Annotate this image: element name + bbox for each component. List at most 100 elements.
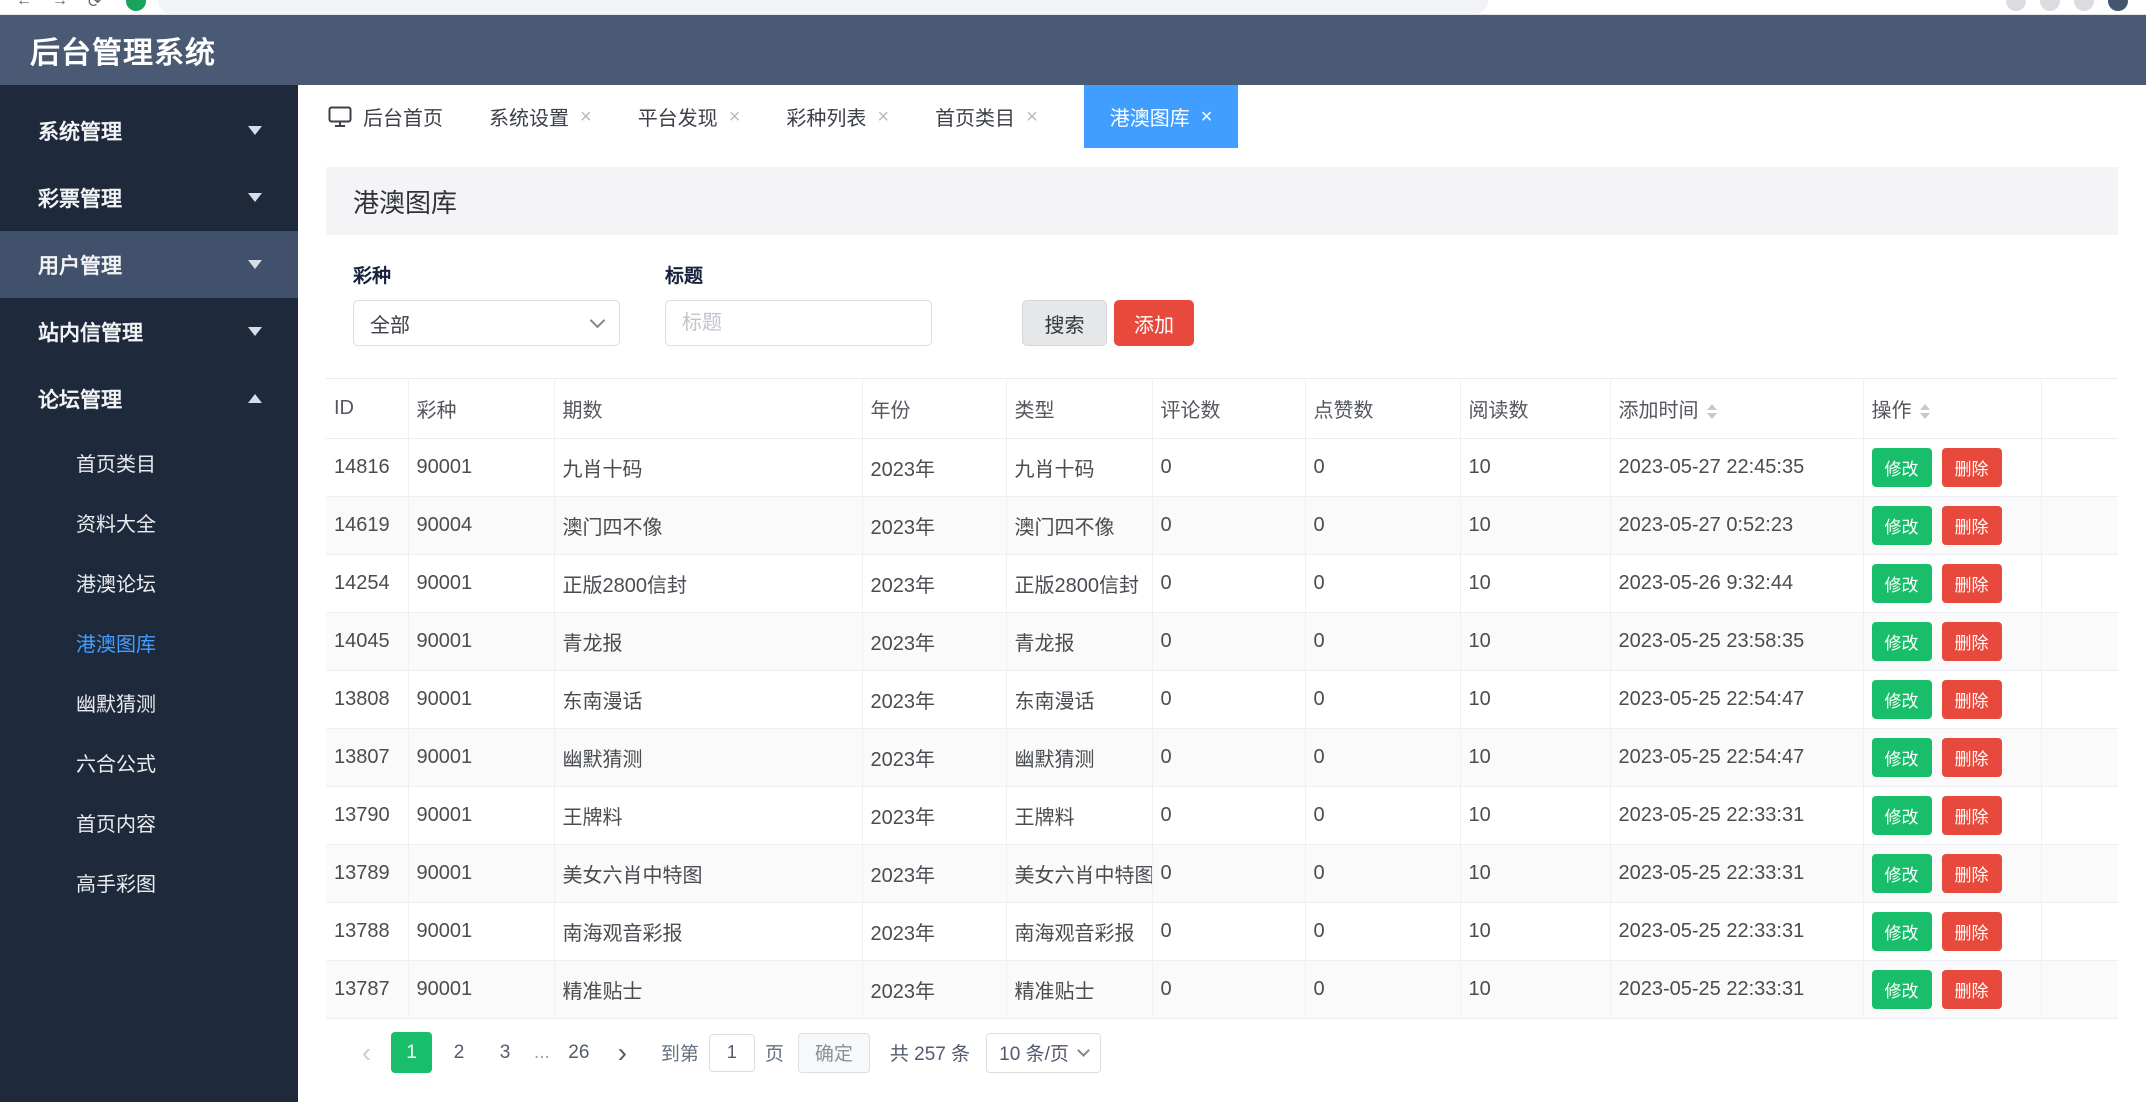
edit-button[interactable]: 修改 (1871, 564, 1932, 603)
page-size-select[interactable]: 10 条/页 (986, 1032, 1101, 1073)
tab-ga-gallery[interactable]: 港澳图库 × (1083, 85, 1239, 148)
cell-year: 2023年 (862, 554, 1007, 613)
browser-extension-icon[interactable] (126, 0, 146, 11)
sidebar-subitem-label: 港澳论坛 (76, 573, 156, 596)
cell-filler (2041, 438, 2118, 497)
cell-year: 2023年 (862, 902, 1007, 961)
cell-time: 2023-05-26 9:32:44 (1610, 554, 1864, 613)
sidebar-item-user-manage[interactable]: 用户管理 (0, 231, 298, 298)
edit-button[interactable]: 修改 (1871, 912, 1932, 951)
add-button[interactable]: 添加 (1114, 300, 1194, 346)
browser-bookmark-icon[interactable] (2040, 0, 2060, 11)
cell-id: 14045 (326, 612, 409, 671)
col-actions[interactable]: 操作 (1863, 378, 2042, 439)
page-button-3[interactable]: 3 (486, 1032, 524, 1073)
delete-button[interactable]: 删除 (1941, 970, 2002, 1009)
sidebar-subitem-home-category[interactable]: 首页类目 (0, 432, 298, 492)
cell-issue: 青龙报 (554, 612, 863, 671)
cell-likes: 0 (1305, 670, 1461, 729)
delete-button[interactable]: 删除 (1941, 448, 2002, 487)
cell-lottery: 90001 (408, 612, 555, 671)
cell-comments: 0 (1152, 902, 1306, 961)
edit-button[interactable]: 修改 (1871, 854, 1932, 893)
delete-button[interactable]: 删除 (1941, 796, 2002, 835)
sidebar-subitem-label: 首页类目 (76, 453, 156, 476)
tab-lottery-list[interactable]: 彩种列表 × (786, 85, 889, 148)
tab-home-category[interactable]: 首页类目 × (935, 85, 1038, 148)
cell-filler (2041, 902, 2118, 961)
sidebar-item-forum-manage[interactable]: 论坛管理 (0, 365, 298, 432)
browser-profile-avatar[interactable] (2108, 0, 2128, 11)
sidebar-subitem-liuhe-formula[interactable]: 六合公式 (0, 732, 298, 792)
delete-button[interactable]: 删除 (1941, 854, 2002, 893)
edit-button[interactable]: 修改 (1871, 970, 1932, 1009)
delete-button[interactable]: 删除 (1941, 738, 2002, 777)
cell-time: 2023-05-25 23:58:35 (1610, 612, 1864, 671)
col-time[interactable]: 添加时间 (1610, 378, 1864, 439)
browser-forward-icon[interactable]: → (52, 0, 68, 10)
edit-button[interactable]: 修改 (1871, 506, 1932, 545)
cell-year: 2023年 (862, 438, 1007, 497)
sidebar-subitem-ga-gallery[interactable]: 港澳图库 (0, 612, 298, 672)
sidebar-item-label: 用户管理 (38, 254, 122, 278)
table-header-row: ID 彩种 期数 年份 类型 评论数 点赞数 阅读数 添加时间 操作 (326, 378, 2118, 439)
close-icon[interactable]: × (1026, 107, 1038, 127)
close-icon[interactable]: × (877, 107, 889, 127)
close-icon[interactable]: × (1201, 107, 1213, 127)
delete-button[interactable]: 删除 (1941, 912, 2002, 951)
edit-button[interactable]: 修改 (1871, 680, 1932, 719)
close-icon[interactable]: × (729, 107, 741, 127)
delete-button[interactable]: 删除 (1941, 680, 2002, 719)
browser-address-bar[interactable] (158, 0, 1488, 14)
search-button[interactable]: 搜索 (1022, 300, 1107, 346)
caret-up-icon (1919, 404, 1930, 411)
edit-button[interactable]: 修改 (1871, 796, 1932, 835)
sidebar-item-lottery-manage[interactable]: 彩票管理 (0, 164, 298, 231)
cell-year: 2023年 (862, 786, 1007, 845)
edit-button[interactable]: 修改 (1871, 448, 1932, 487)
page-button-2[interactable]: 2 (440, 1032, 478, 1073)
delete-button[interactable]: 删除 (1941, 564, 2002, 603)
title-input[interactable] (665, 300, 932, 346)
cell-actions: 修改 删除 (1863, 728, 2042, 787)
cell-lottery: 90001 (408, 728, 555, 787)
goto-page-input[interactable] (708, 1033, 755, 1072)
cell-actions: 修改 删除 (1863, 438, 2042, 497)
prev-page-icon[interactable]: ‹ (346, 1032, 387, 1073)
cell-type: 美女六肖中特图 (1006, 844, 1153, 903)
sidebar-subitem-expert-images[interactable]: 高手彩图 (0, 852, 298, 912)
tab-label: 平台发现 (637, 108, 718, 130)
browser-back-icon[interactable]: ← (16, 0, 32, 10)
sort-icon[interactable] (1919, 404, 1930, 420)
goto-confirm-button[interactable]: 确定 (797, 1032, 870, 1073)
sidebar-subitem-humor-guess[interactable]: 幽默猜测 (0, 672, 298, 732)
lottery-select[interactable]: 全部 (353, 300, 620, 346)
delete-button[interactable]: 删除 (1941, 622, 2002, 661)
page-button-26[interactable]: 26 (560, 1032, 598, 1073)
browser-reload-icon[interactable]: ⟳ (88, 0, 101, 12)
sidebar-item-message-manage[interactable]: 站内信管理 (0, 298, 298, 365)
sidebar-subitem-home-content[interactable]: 首页内容 (0, 792, 298, 852)
cell-reads: 10 (1460, 496, 1611, 555)
cell-time: 2023-05-25 22:33:31 (1610, 844, 1864, 903)
close-icon[interactable]: × (580, 107, 592, 127)
edit-button[interactable]: 修改 (1871, 738, 1932, 777)
edit-button[interactable]: 修改 (1871, 622, 1932, 661)
tab-system-settings[interactable]: 系统设置 × (489, 85, 592, 148)
sidebar-subitem-data-collection[interactable]: 资料大全 (0, 492, 298, 552)
sidebar-item-system-manage[interactable]: 系统管理 (0, 97, 298, 164)
sidebar-subitem-ga-forum[interactable]: 港澳论坛 (0, 552, 298, 612)
cell-type: 幽默猜测 (1006, 728, 1153, 787)
title-filter-label: 标题 (665, 266, 704, 287)
cell-type: 王牌料 (1006, 786, 1153, 845)
browser-menu-icon[interactable] (2074, 0, 2094, 11)
delete-button[interactable]: 删除 (1941, 506, 2002, 545)
tab-platform-discover[interactable]: 平台发现 × (638, 85, 741, 148)
next-page-icon[interactable]: › (602, 1032, 643, 1073)
page-button-1[interactable]: 1 (391, 1032, 432, 1073)
browser-extensions-icon[interactable] (2006, 0, 2026, 11)
page-title: 港澳图库 (353, 187, 458, 218)
tab-bar: 后台首页 系统设置 × 平台发现 × 彩种列表 × 首页类目 × 港澳图库 × (298, 85, 2146, 148)
tab-dashboard[interactable]: 后台首页 (328, 85, 443, 148)
sort-icon[interactable] (1706, 404, 1717, 420)
